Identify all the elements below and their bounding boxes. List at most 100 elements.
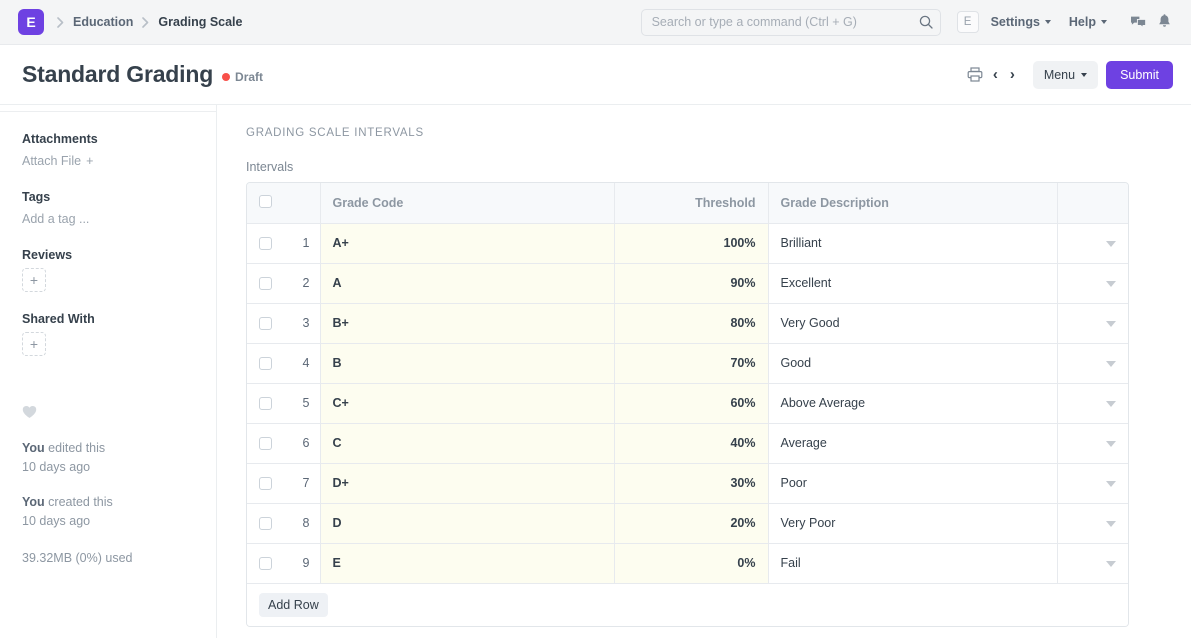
table-row[interactable]: 5 C+ 60% Above Average [247,383,1129,423]
menu-button[interactable]: Menu [1033,61,1098,89]
cell-grade-code[interactable]: A+ [320,223,614,263]
breadcrumb-item-education[interactable]: Education [73,15,133,29]
activity-time: 10 days ago [22,458,198,477]
main-content: GRADING SCALE INTERVALS Intervals Grade … [217,105,1191,638]
row-menu-caret-icon[interactable] [1106,321,1116,327]
add-shared-user-button[interactable]: + [22,332,46,356]
row-checkbox[interactable] [259,397,272,410]
notifications-bell-icon[interactable] [1151,9,1177,35]
table-row[interactable]: 7 D+ 30% Poor [247,463,1129,503]
menu-label: Menu [1044,68,1075,82]
cell-threshold[interactable]: 0% [614,543,768,583]
row-menu-caret-icon[interactable] [1106,281,1116,287]
attachments-title: Attachments [22,132,198,146]
submit-button[interactable]: Submit [1106,61,1173,89]
breadcrumb-item-grading-scale[interactable]: Grading Scale [158,15,242,29]
cell-grade-code[interactable]: C+ [320,383,614,423]
cell-grade-description[interactable]: Very Good [768,303,1057,343]
cell-row-menu [1057,503,1129,543]
sidebar-scroll-clip [0,105,216,112]
status-dot-icon [222,73,230,81]
cell-grade-description[interactable]: Excellent [768,263,1057,303]
page-title[interactable]: Standard Grading [22,61,213,88]
row-index: 1 [303,236,310,250]
settings-dropdown[interactable]: Settings [991,15,1051,29]
cell-threshold[interactable]: 80% [614,303,768,343]
row-checkbox[interactable] [259,277,272,290]
cell-grade-description[interactable]: Above Average [768,383,1057,423]
table-row[interactable]: 1 A+ 100% Brilliant [247,223,1129,263]
cell-grade-code[interactable]: E [320,543,614,583]
cell-grade-code[interactable]: D [320,503,614,543]
cell-grade-description[interactable]: Good [768,343,1057,383]
cell-grade-code[interactable]: A [320,263,614,303]
grid-footer: Add Row [247,583,1128,626]
help-dropdown[interactable]: Help [1069,15,1107,29]
page-header-actions: ‹ › Menu Submit [963,61,1173,89]
app-logo[interactable]: E [18,9,44,35]
cell-row-menu [1057,383,1129,423]
cell-grade-code[interactable]: C [320,423,614,463]
row-checkbox[interactable] [259,437,272,450]
cell-threshold[interactable]: 70% [614,343,768,383]
row-menu-caret-icon[interactable] [1106,441,1116,447]
cell-threshold[interactable]: 60% [614,383,768,423]
cell-grade-code[interactable]: B [320,343,614,383]
header-grade-code[interactable]: Grade Code [320,183,614,223]
header-threshold[interactable]: Threshold [614,183,768,223]
row-checkbox[interactable] [259,317,272,330]
add-tag-input[interactable]: Add a tag ... [22,212,89,226]
cell-grade-code[interactable]: D+ [320,463,614,503]
row-select-cell: 2 [247,263,320,303]
cell-grade-description[interactable]: Brilliant [768,223,1057,263]
row-checkbox[interactable] [259,357,272,370]
user-avatar[interactable]: E [957,11,979,33]
row-menu-caret-icon[interactable] [1106,361,1116,367]
section-title: GRADING SCALE INTERVALS [246,127,1161,139]
cell-threshold[interactable]: 100% [614,223,768,263]
row-checkbox[interactable] [259,557,272,570]
activity-action: created this [45,495,113,509]
row-menu-caret-icon[interactable] [1106,521,1116,527]
previous-doc-button[interactable]: ‹ [987,62,1004,88]
cell-grade-description[interactable]: Average [768,423,1057,463]
table-row[interactable]: 3 B+ 80% Very Good [247,303,1129,343]
print-icon[interactable] [963,62,987,88]
table-row[interactable]: 8 D 20% Very Poor [247,503,1129,543]
cell-grade-description[interactable]: Fail [768,543,1057,583]
row-checkbox[interactable] [259,477,272,490]
sidebar-section-shared-with: Shared With + [22,312,198,356]
row-checkbox[interactable] [259,237,272,250]
cell-threshold[interactable]: 90% [614,263,768,303]
breadcrumb: Education Grading Scale [48,15,242,29]
sidebar: Attachments Attach File + Tags Add a tag… [0,105,217,638]
add-row-button[interactable]: Add Row [259,593,328,617]
row-select-cell: 1 [247,223,320,263]
cell-threshold[interactable]: 20% [614,503,768,543]
cell-grade-description[interactable]: Poor [768,463,1057,503]
row-menu-caret-icon[interactable] [1106,481,1116,487]
row-select-cell: 8 [247,503,320,543]
heart-icon[interactable] [22,405,37,423]
comments-icon[interactable] [1125,9,1151,35]
row-menu-caret-icon[interactable] [1106,401,1116,407]
cell-threshold[interactable]: 30% [614,463,768,503]
attach-file-button[interactable]: Attach File + [22,154,93,168]
table-row[interactable]: 9 E 0% Fail [247,543,1129,583]
table-row[interactable]: 2 A 90% Excellent [247,263,1129,303]
next-doc-button[interactable]: › [1004,62,1021,88]
row-checkbox[interactable] [259,517,272,530]
cell-grade-description[interactable]: Very Poor [768,503,1057,543]
row-menu-caret-icon[interactable] [1106,241,1116,247]
search-icon[interactable] [919,15,933,29]
header-grade-description[interactable]: Grade Description [768,183,1057,223]
cell-threshold[interactable]: 40% [614,423,768,463]
row-menu-caret-icon[interactable] [1106,561,1116,567]
status-badge[interactable]: Draft [222,70,263,84]
table-row[interactable]: 4 B 70% Good [247,343,1129,383]
search-input[interactable] [641,9,941,36]
table-row[interactable]: 6 C 40% Average [247,423,1129,463]
add-review-button[interactable]: + [22,268,46,292]
cell-grade-code[interactable]: B+ [320,303,614,343]
select-all-checkbox[interactable] [259,195,272,208]
